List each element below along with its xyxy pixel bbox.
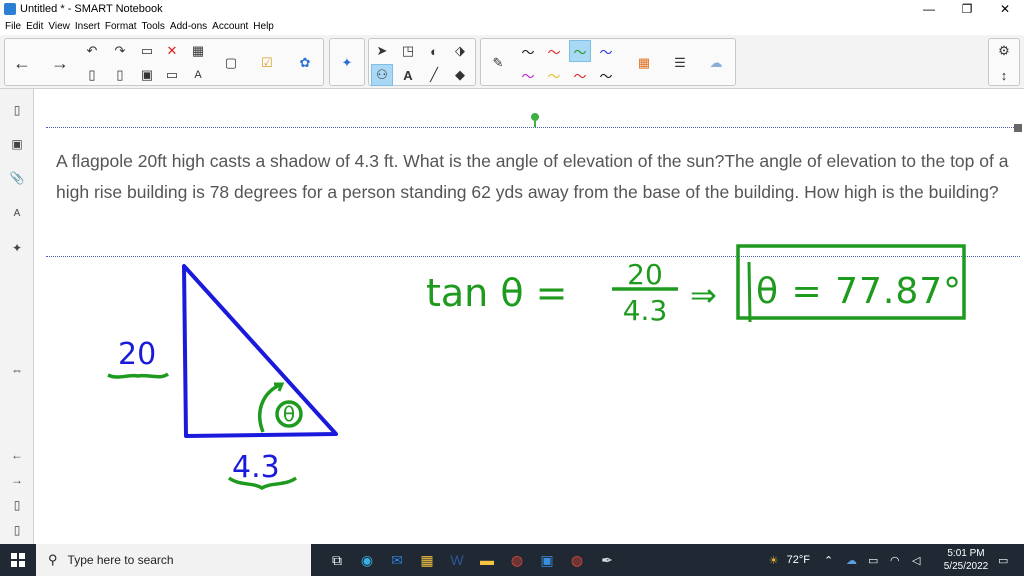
clock[interactable]: 5:01 PM 5/25/2022 <box>934 547 998 573</box>
edge-icon[interactable]: ◉ <box>352 544 382 576</box>
answer-box-inner-line <box>747 261 752 323</box>
file-explorer-icon[interactable]: ▬ <box>472 544 502 576</box>
answer-text: θ = 77.87° <box>756 271 962 312</box>
taskbar-apps: ⧉ ◉ ✉ ▦ W ▬ ◍ ▣ ◍ ✒ <box>322 544 622 576</box>
weather-temp[interactable]: 72°F <box>787 554 810 566</box>
battery-icon[interactable]: ▭ <box>868 554 890 567</box>
taskbar-search[interactable]: ⚲ Type here to search <box>36 544 311 576</box>
onedrive-icon[interactable]: ☁ <box>846 554 868 567</box>
weather-icon[interactable]: ☀ <box>769 554 787 567</box>
task-view-icon[interactable]: ⧉ <box>322 544 352 576</box>
notifications-icon[interactable]: ▭ <box>998 554 1024 567</box>
angle-label: θ <box>283 402 295 426</box>
search-placeholder: Type here to search <box>67 553 174 567</box>
clock-time: 5:01 PM <box>947 548 985 559</box>
store-icon[interactable]: ▦ <box>412 544 442 576</box>
implies-arrow: ⇒ <box>690 276 717 314</box>
equation-lhs: tan θ = <box>426 271 568 315</box>
wifi-icon[interactable]: ◠ <box>890 554 912 567</box>
start-button[interactable] <box>0 544 36 576</box>
outlook-icon[interactable]: ✉ <box>382 544 412 576</box>
windows-logo-icon <box>11 553 25 567</box>
fraction-denominator: 4.3 <box>623 294 668 327</box>
clock-date: 5/25/2022 <box>943 561 989 572</box>
height-label: 20 <box>118 337 156 372</box>
system-tray: ☀ 72°F ⌃ ☁ ▭ ◠ ◁ 5:01 PM 5/25/2022 ▭ <box>769 544 1024 576</box>
ink-layer: θ 20 4.3 tan θ = 20 4.3 ⇒ θ = 77.87° <box>107 244 966 491</box>
chevron-up-icon[interactable]: ⌃ <box>824 554 846 567</box>
volume-icon[interactable]: ◁ <box>912 554 934 567</box>
taskbar: ⚲ Type here to search ⧉ ◉ ✉ ▦ W ▬ ◍ ▣ ◍ … <box>0 544 1024 576</box>
base-label: 4.3 <box>232 450 280 485</box>
chrome-profile-icon[interactable]: ◍ <box>562 544 592 576</box>
pen-app-icon[interactable]: ✒ <box>592 544 622 576</box>
word-icon[interactable]: W <box>442 544 472 576</box>
smart-notebook-taskbar-icon[interactable]: ▣ <box>532 544 562 576</box>
chrome-icon[interactable]: ◍ <box>502 544 532 576</box>
search-icon: ⚲ <box>48 552 58 567</box>
height-brace <box>107 372 170 379</box>
fraction-numerator: 20 <box>627 258 663 291</box>
